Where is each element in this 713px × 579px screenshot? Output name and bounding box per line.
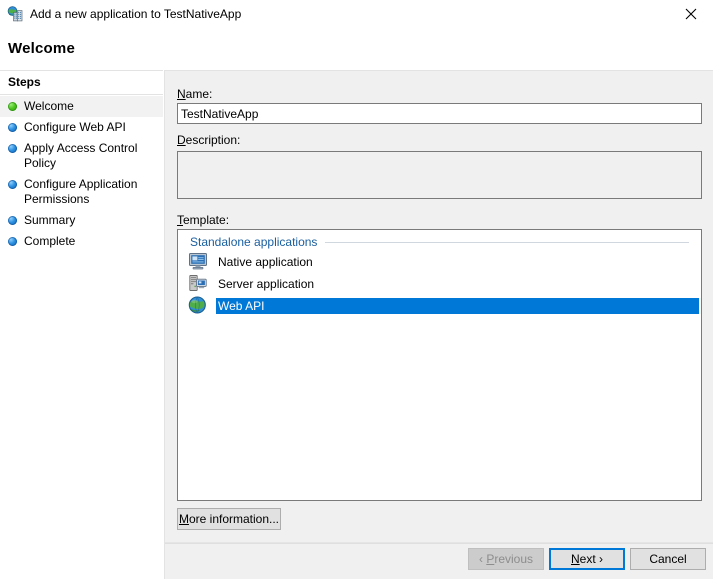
- list-item-web-api[interactable]: Web API: [178, 295, 701, 317]
- sidebar-item-welcome[interactable]: Welcome: [0, 96, 163, 117]
- sidebar-item-apply-access-control-policy[interactable]: Apply Access Control Policy: [0, 138, 163, 174]
- listbox-group-header: Standalone applications: [178, 230, 701, 251]
- sidebar-item-complete[interactable]: Complete: [0, 231, 163, 252]
- steps-heading: Steps: [8, 75, 41, 89]
- step-bullet-icon: [8, 102, 17, 111]
- globe-icon: [188, 296, 210, 316]
- list-item-label: Native application: [216, 254, 315, 270]
- next-button[interactable]: Next ›: [549, 548, 625, 570]
- list-item-server-application[interactable]: Server application: [178, 273, 701, 295]
- sidebar-item-label: Configure Application Permissions: [24, 177, 149, 207]
- app-globe-server-icon: [7, 6, 23, 22]
- wizard-main-panel: Name: Description: Template: Standalone …: [164, 70, 713, 579]
- step-bullet-icon: [8, 144, 17, 153]
- name-label-text: ame:: [186, 87, 213, 101]
- page-header: Welcome: [0, 27, 713, 70]
- window-title: Add a new application to TestNativeApp: [30, 7, 241, 21]
- name-label: Name:: [177, 87, 212, 101]
- step-bullet-icon: [8, 180, 17, 189]
- title-bar: Add a new application to TestNativeApp: [0, 0, 713, 27]
- group-header-rule: [325, 242, 689, 243]
- next-label: ext ›: [580, 552, 603, 566]
- monitor-icon: [188, 252, 210, 272]
- description-textarea[interactable]: [177, 151, 702, 199]
- steps-header: Steps: [0, 71, 163, 95]
- sidebar-item-configure-application-permissions[interactable]: Configure Application Permissions: [0, 174, 163, 210]
- description-label: Description:: [177, 133, 240, 147]
- steps-sidebar: Steps Welcome Configure Web API Apply Ac…: [0, 70, 163, 579]
- more-information-accel: M: [179, 512, 189, 526]
- description-label-text: escription:: [186, 133, 241, 147]
- step-bullet-icon: [8, 216, 17, 225]
- server-tower-icon: [188, 274, 210, 294]
- sidebar-item-summary[interactable]: Summary: [0, 210, 163, 231]
- next-accel: N: [571, 552, 580, 566]
- more-information-label: ore information...: [189, 512, 279, 526]
- name-label-accel: N: [177, 87, 186, 101]
- step-bullet-icon: [8, 237, 17, 246]
- template-listbox[interactable]: Standalone applications Native applicati…: [177, 229, 702, 501]
- page-title: Welcome: [8, 40, 75, 57]
- sidebar-item-configure-web-api[interactable]: Configure Web API: [0, 117, 163, 138]
- previous-label: revious: [494, 552, 533, 566]
- template-label-text: emplate:: [183, 213, 229, 227]
- step-bullet-icon: [8, 123, 17, 132]
- description-label-accel: D: [177, 133, 186, 147]
- steps-list: Welcome Configure Web API Apply Access C…: [0, 96, 163, 252]
- sidebar-item-label: Apply Access Control Policy: [24, 141, 157, 171]
- name-input[interactable]: [177, 103, 702, 124]
- list-item-label: Server application: [216, 276, 316, 292]
- sidebar-item-label: Configure Web API: [24, 120, 126, 135]
- cancel-button[interactable]: Cancel: [630, 548, 706, 570]
- sidebar-item-label: Complete: [24, 234, 75, 249]
- sidebar-item-label: Welcome: [24, 99, 74, 114]
- cancel-label: Cancel: [649, 552, 686, 566]
- group-header-label: Standalone applications: [190, 235, 317, 249]
- list-item-native-application[interactable]: Native application: [178, 251, 701, 273]
- list-item-label: Web API: [216, 298, 699, 314]
- more-information-button[interactable]: More information...: [177, 508, 281, 530]
- close-icon[interactable]: [668, 0, 713, 27]
- footer-separator: [165, 542, 713, 544]
- previous-button[interactable]: ‹ Previous: [468, 548, 544, 570]
- sidebar-item-label: Summary: [24, 213, 75, 228]
- template-label: Template:: [177, 213, 229, 227]
